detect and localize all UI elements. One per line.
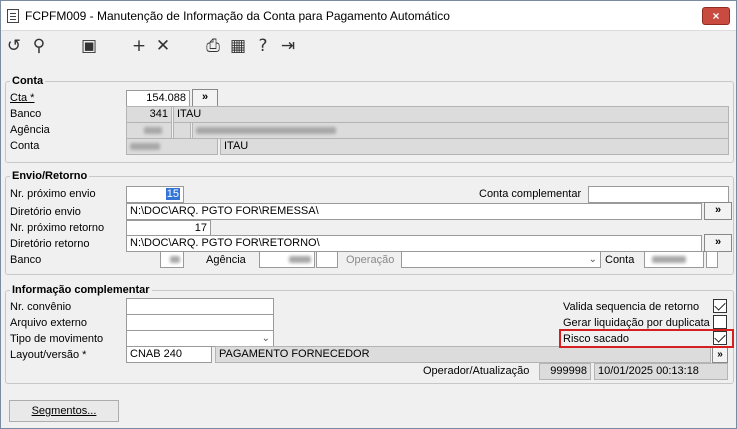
envio-agencia-label: Agência [206, 254, 246, 266]
title-bar: FCPFM009 - Manutenção de Informação da C… [1, 1, 736, 31]
dir-retorno-input[interactable]: N:\DOC\ARQ. PGTO FOR\RETORNO\ [126, 235, 702, 252]
banco-name-field: ITAU [173, 106, 729, 123]
help-icon[interactable]: ? [253, 36, 273, 56]
nr-convenio-input[interactable] [126, 298, 274, 315]
dir-retorno-browse-button[interactable]: » [704, 234, 732, 252]
layout-versao-label: Layout/versão * [10, 349, 87, 361]
chevron-down-icon: ⌄ [261, 333, 270, 344]
nr-retorno-label: Nr. próximo retorno [10, 222, 105, 234]
gerar-liquidacao-checkbox[interactable] [713, 315, 727, 329]
valida-sequencia-checkbox[interactable] [713, 299, 727, 313]
tipo-movimento-label: Tipo de movimento [10, 333, 104, 345]
conta-number-field [126, 138, 218, 155]
cta-input[interactable]: 154.088 [126, 90, 190, 107]
delete-icon[interactable]: ✕ [153, 36, 173, 56]
envio-conta-input[interactable] [644, 251, 704, 268]
window-title: FCPFM009 - Manutenção de Informação da C… [25, 9, 450, 23]
search-icon[interactable]: ⚲ [29, 36, 49, 56]
dir-envio-browse-button[interactable]: » [704, 202, 732, 220]
envio-banco-label: Banco [10, 254, 42, 266]
agencia-digit-field [173, 122, 191, 139]
envio-banco-input[interactable] [160, 251, 184, 268]
agencia-label: Agência [10, 124, 50, 136]
dir-envio-input[interactable]: N:\DOC\ARQ. PGTO FOR\REMESSA\ [126, 203, 702, 220]
nr-envio-label: Nr. próximo envio [10, 188, 96, 200]
layout-versao-input[interactable]: CNAB 240 [126, 346, 212, 363]
envio-agencia-input[interactable] [259, 251, 315, 268]
conta-legend: Conta [12, 75, 44, 87]
tipo-movimento-select[interactable]: ⌄ [126, 330, 274, 347]
banco-code-field: 341 [126, 106, 172, 123]
envio-operacao-select[interactable]: ⌄ [401, 251, 601, 268]
cta-label: Cta * [10, 92, 35, 104]
agencia-name-field [192, 122, 729, 139]
atualizacao-field: 10/01/2025 00:13:18 [594, 363, 728, 380]
gerar-liquidacao-label: Gerar liquidação por duplicata [563, 317, 710, 329]
nr-convenio-label: Nr. convênio [10, 301, 72, 313]
dir-retorno-label: Diretório retorno [10, 238, 90, 250]
add-icon[interactable]: + [129, 36, 149, 56]
envio-conta-digit-input[interactable] [706, 251, 718, 268]
arquivo-externo-input[interactable] [126, 314, 274, 331]
layout-lookup-button[interactable]: » [712, 346, 728, 363]
envio-operacao-label: Operação [346, 254, 395, 266]
operador-atualizacao-label: Operador/Atualização [423, 365, 530, 377]
envio-conta-label: Conta [605, 254, 635, 266]
risco-sacado-label: Risco sacado [563, 333, 630, 345]
envio-agencia-digit-input[interactable] [316, 251, 338, 268]
conta-number-label: Conta [10, 140, 40, 152]
risco-sacado-checkbox[interactable] [713, 331, 727, 345]
dir-envio-label: Diretório envio [10, 206, 81, 218]
envio-legend: Envio/Retorno [12, 170, 88, 182]
valida-sequencia-label: Valida sequencia de retorno [563, 301, 700, 313]
nr-envio-input[interactable]: 15 [126, 186, 184, 203]
layout-descricao-field: PAGAMENTO FORNECEDOR [215, 346, 711, 363]
print-icon[interactable]: ⎙ [203, 36, 223, 56]
undo-icon[interactable]: ↺ [4, 36, 24, 56]
calendar-icon[interactable]: ▦ [228, 36, 248, 56]
window-close-button[interactable]: × [702, 7, 730, 25]
document-icon [7, 9, 19, 23]
agencia-code-field [126, 122, 172, 139]
toolbar: ↺ ⚲ ▣ + ✕ ⎙ ▦ ? ⇥ [1, 32, 736, 60]
save-icon[interactable]: ▣ [79, 36, 99, 56]
arquivo-externo-label: Arquivo externo [10, 317, 88, 329]
conta-complementar-label: Conta complementar [479, 188, 582, 200]
segmentos-button[interactable]: Segmentos... [9, 400, 119, 422]
info-legend: Informação complementar [12, 284, 150, 296]
conta-complementar-input[interactable] [588, 186, 729, 203]
conta-name-field: ITAU [220, 138, 729, 155]
cta-lookup-button[interactable]: » [192, 89, 218, 107]
banco-label: Banco [10, 108, 42, 120]
exit-icon[interactable]: ⇥ [278, 36, 298, 56]
operador-field: 999998 [539, 363, 591, 380]
chevron-down-icon: ⌄ [588, 254, 597, 265]
main-window: FCPFM009 - Manutenção de Informação da C… [0, 0, 737, 429]
